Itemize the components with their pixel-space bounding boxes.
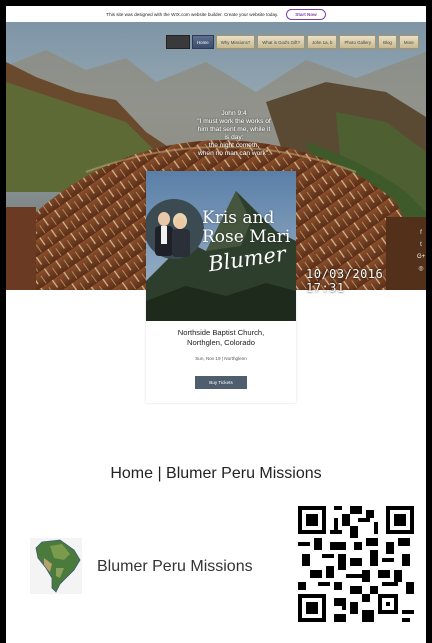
event-location: Northside Baptist Church, Northglen, Col… (146, 328, 296, 348)
wix-banner: This site was designed with the WIX.com … (6, 6, 426, 23)
verse-reference: John 9:4 (221, 110, 247, 117)
event-title-line: Kris and (202, 208, 275, 228)
nav-item-john[interactable]: John 1a, b (306, 35, 338, 49)
event-photo: Kris and Rose Mari Blumer (146, 171, 296, 321)
nav-item-gods-gift[interactable]: What is God's Gift? (257, 35, 305, 49)
verse-line: is day: (224, 134, 244, 141)
church-name: Northside Baptist Church, (177, 328, 265, 337)
verse-line: the night cometh, (208, 142, 260, 149)
nav-item-blog[interactable]: Blog (378, 35, 397, 49)
twitter-icon[interactable]: t (417, 241, 425, 250)
wix-banner-message: This site was designed with the WIX.com … (106, 11, 279, 17)
page-frame: This site was designed with the WIX.com … (6, 6, 426, 643)
facebook-icon[interactable]: f (417, 229, 425, 238)
start-now-button[interactable]: Start Now (286, 8, 326, 20)
qr-code-icon (298, 506, 414, 622)
south-america-map-icon (30, 538, 82, 594)
event-card: Kris and Rose Mari Blumer Northside Bapt… (146, 171, 296, 403)
event-date: Sun, Nov 19 | Northglenn (195, 356, 247, 361)
nav-item-why-missions[interactable]: Why Missions? (215, 35, 256, 49)
verse-line: "I must work the works of (197, 118, 271, 125)
scripture-verse: John 9:4 "I must work the works of him t… (174, 110, 294, 158)
video-timestamp: 10/03/2016 17:31 (306, 267, 384, 295)
nav-handle (166, 35, 190, 49)
verse-line: him that sent me, while it (197, 126, 271, 133)
church-city: Northglen, Colorado (187, 338, 255, 347)
nav-item-photo-gallery[interactable]: Photo Gallery (339, 35, 377, 49)
buy-tickets-button[interactable]: Buy Tickets (195, 376, 247, 389)
main-nav: Home Why Missions? What is God's Gift? J… (166, 35, 419, 49)
nav-item-home[interactable]: Home (192, 35, 214, 49)
nav-item-more[interactable]: More (398, 35, 419, 49)
site-name: Blumer Peru Missions (97, 558, 253, 575)
google-plus-icon[interactable]: G+ (417, 253, 425, 262)
page-title: Home | Blumer Peru Missions (110, 465, 322, 482)
verse-line: when no man can work". (198, 150, 270, 157)
